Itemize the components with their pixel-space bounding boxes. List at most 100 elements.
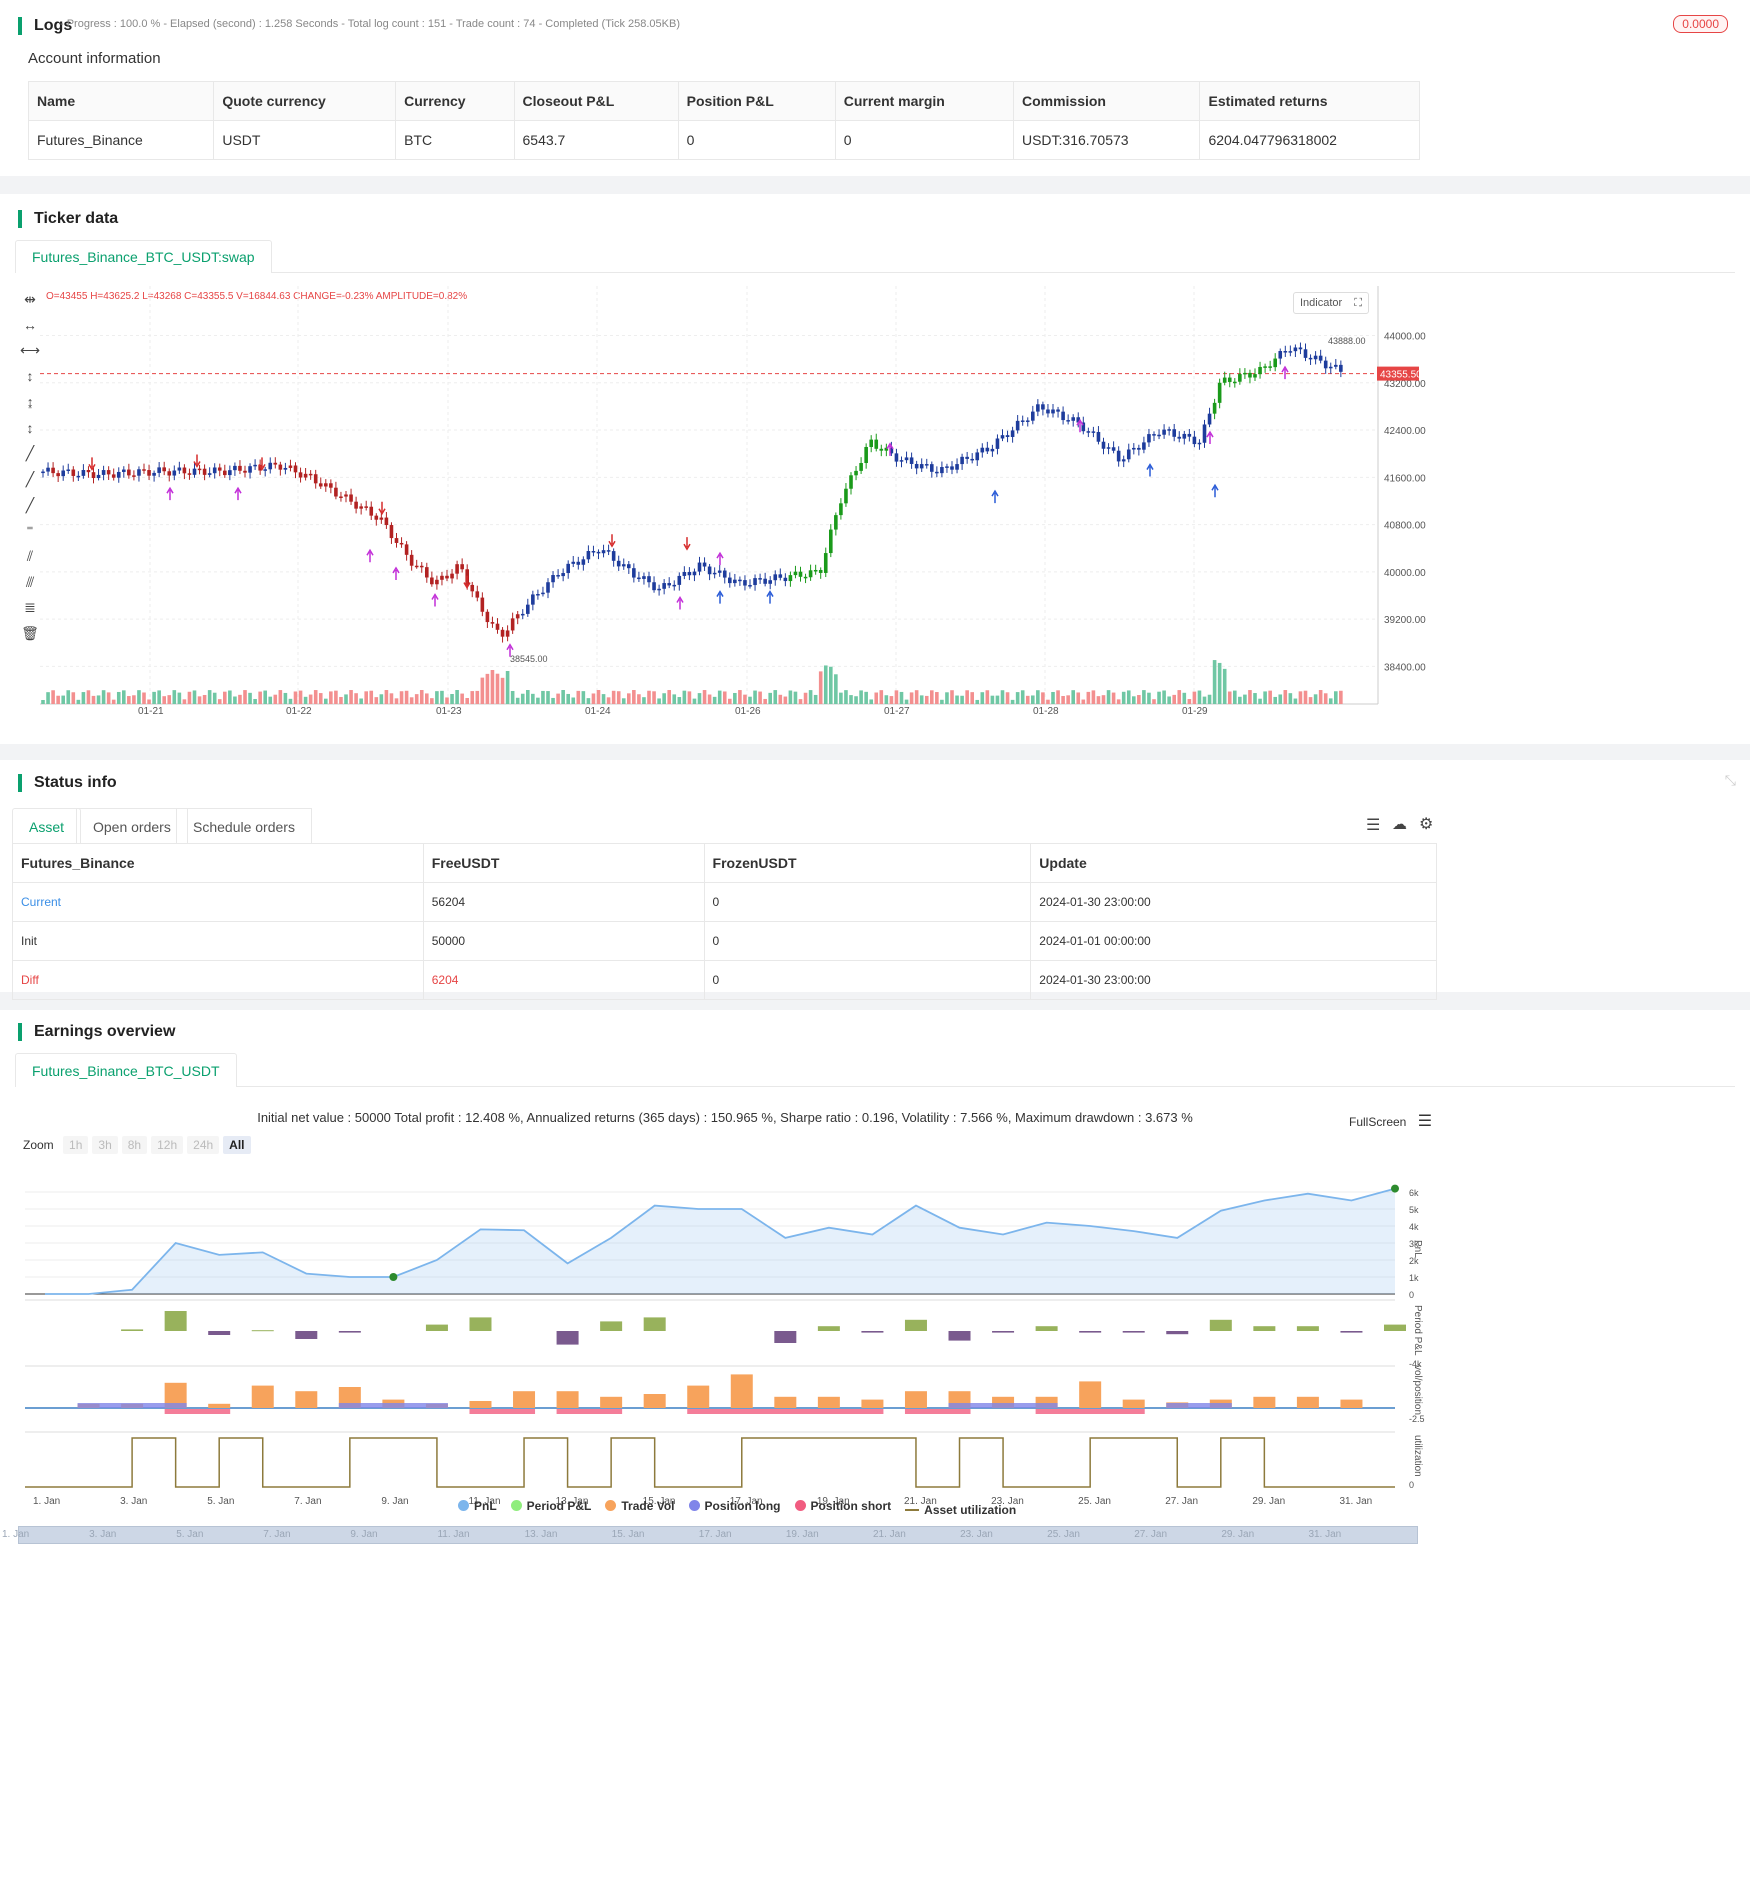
zoom-option-1h[interactable]: 1h: [63, 1136, 89, 1154]
hray-icon[interactable]: ↔: [20, 316, 40, 334]
candle-body: [601, 550, 606, 554]
tab-asset[interactable]: Asset: [12, 808, 82, 844]
volume-bar: [399, 691, 404, 704]
hline-icon[interactable]: ⇹: [20, 290, 40, 308]
candle-body: [854, 470, 858, 476]
y-tick-label: 44000.00: [1384, 332, 1426, 343]
candle-body: [763, 578, 767, 584]
volume-bar: [738, 690, 742, 704]
candle-body: [56, 473, 60, 477]
close-icon[interactable]: ⤡: [1725, 772, 1736, 789]
candle-body: [298, 472, 303, 478]
nav-tick-label: 3. Jan: [89, 1529, 117, 1540]
menu-icon[interactable]: ☰: [1418, 1113, 1432, 1130]
volume-bar: [324, 698, 328, 704]
tab-earnings-symbol[interactable]: Futures_Binance_BTC_USDT: [15, 1053, 237, 1087]
fib-channel-icon[interactable]: ⫻: [20, 573, 40, 591]
volume-bar: [662, 693, 666, 704]
legend-item[interactable]: Trade Vol: [605, 1499, 675, 1513]
status-cell[interactable]: Init: [12, 921, 424, 961]
volume-bar: [76, 699, 81, 704]
candle-body: [440, 575, 444, 580]
volume-bar: [253, 698, 257, 704]
ray-icon[interactable]: ╱: [20, 470, 40, 488]
table-row: Diff 6204 0 2024-01-30 23:00:00: [12, 960, 1437, 1000]
legend-item[interactable]: PnL: [458, 1499, 497, 1513]
candle-body: [768, 580, 772, 584]
vray-icon[interactable]: ↨: [20, 393, 40, 411]
legend-item[interactable]: Position short: [794, 1499, 891, 1513]
candle-body: [1036, 404, 1040, 412]
vline-icon[interactable]: ↕: [20, 367, 40, 385]
status-cell[interactable]: Current: [12, 882, 424, 922]
candle-body: [177, 467, 182, 471]
candle-body: [879, 448, 884, 451]
list-icon[interactable]: ☰: [1366, 815, 1380, 835]
gear-icon[interactable]: ⚙: [1419, 814, 1433, 834]
candle-body: [778, 574, 783, 578]
volume-bar: [798, 699, 803, 704]
zoom-option-All[interactable]: All: [223, 1136, 251, 1154]
volume-bar: [889, 696, 894, 704]
candle-body: [965, 456, 969, 459]
status-cell[interactable]: Diff: [12, 960, 424, 1000]
trade-vol-bar: [861, 1399, 884, 1408]
navigator-scrollbar[interactable]: 1. Jan 3. Jan 5. Jan 7. Jan 9. Jan 11. Jan 13.…: [2, 1526, 1418, 1544]
earnings-summary: Initial net value : 50000 Total profit :…: [257, 1110, 1193, 1125]
candle-body: [990, 448, 995, 452]
volume-bar: [829, 666, 833, 704]
volume-bar: [419, 690, 424, 704]
parallel-channel-icon[interactable]: ⫽: [20, 547, 40, 565]
fullscreen-button[interactable]: FullScreen ☰: [1349, 1111, 1432, 1131]
zoom-option-8h[interactable]: 8h: [121, 1136, 148, 1154]
period-bar: [1209, 1319, 1232, 1331]
volume-bar: [1278, 694, 1283, 704]
nav-tick-label: 5. Jan: [176, 1529, 204, 1540]
segment-icon[interactable]: ╱: [20, 496, 40, 514]
candle-body: [536, 594, 540, 596]
candle-body: [430, 577, 434, 585]
hsegment-icon[interactable]: ⟷: [20, 341, 40, 359]
tab-open-orders[interactable]: Open orders: [76, 808, 188, 844]
legend-item[interactable]: Position long: [688, 1499, 781, 1513]
pnl-axis-label: PnL: [1412, 1240, 1423, 1258]
candle-body: [197, 468, 202, 471]
kline-chart[interactable]: 44000.0043200.0042400.0041600.0040800.00…: [40, 286, 1450, 736]
earnings-chart[interactable]: 6k5k4k3k2k1k0PnL-4kPeriod P&L-2.5vol/pos…: [0, 1160, 1450, 1550]
zoom-option-12h[interactable]: 12h: [151, 1136, 184, 1154]
zoom-option-24h[interactable]: 24h: [187, 1136, 220, 1154]
volume-bar: [414, 694, 419, 704]
trash-icon[interactable]: 🗑: [20, 624, 40, 642]
tab-ticker-symbol[interactable]: Futures_Binance_BTC_USDT:swap: [15, 240, 272, 273]
account-cell: 6543.7: [513, 120, 679, 160]
legend-item[interactable]: Period P&L: [510, 1499, 591, 1513]
candle-body: [364, 506, 368, 508]
trade-marker-close: [716, 551, 724, 566]
volume-bar: [369, 690, 374, 704]
fib-retracement-icon[interactable]: ≣: [20, 598, 40, 616]
candle-body: [157, 467, 161, 473]
trendline-icon[interactable]: ╱: [20, 444, 40, 462]
candle-body: [1207, 413, 1212, 425]
legend-item[interactable]: Asset utilization: [905, 1503, 1016, 1517]
volume-bar: [202, 694, 207, 704]
legend-label: Asset utilization: [924, 1503, 1017, 1517]
candle-body: [1132, 447, 1136, 450]
candle-body: [748, 585, 752, 587]
candle-body: [935, 471, 939, 474]
volume-bar: [228, 690, 232, 704]
candle-body: [834, 515, 838, 530]
cloud-icon[interactable]: ☁: [1392, 815, 1407, 833]
trade-marker-short: [378, 501, 386, 516]
price-label-icon[interactable]: ⁼: [20, 521, 40, 539]
volume-bar: [1157, 691, 1161, 704]
candle-body: [1303, 349, 1308, 358]
candle-body: [950, 466, 954, 470]
candle-body: [955, 464, 959, 470]
volume-bar: [288, 698, 293, 704]
volume-bar: [177, 692, 182, 704]
account-cell: USDT:316.70573: [1012, 120, 1201, 160]
zoom-option-3h[interactable]: 3h: [92, 1136, 118, 1154]
tab-schedule-orders[interactable]: Schedule orders: [176, 808, 312, 844]
vsegment-icon[interactable]: ↕: [20, 419, 40, 437]
